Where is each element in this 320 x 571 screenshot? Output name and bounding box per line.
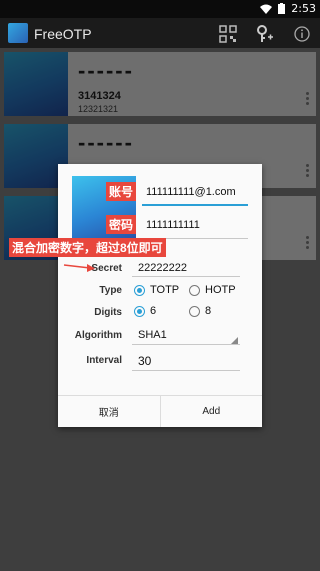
- app-title: FreeOTP: [34, 26, 92, 42]
- type-option-hotp[interactable]: HOTP: [205, 284, 236, 296]
- secret-underline: [132, 276, 240, 277]
- interval-input[interactable]: 30: [138, 354, 151, 368]
- info-icon[interactable]: [292, 24, 312, 44]
- issuer-input[interactable]: 111111111@1.com: [146, 186, 236, 198]
- type-radio-totp[interactable]: [134, 285, 145, 296]
- algorithm-label: Algorithm: [74, 330, 122, 341]
- add-token-dialog: 111111111@1.com 1111111111 Secret 222222…: [58, 164, 262, 427]
- status-icons: 2:53: [260, 2, 316, 15]
- annotation-arrow-icon: [63, 264, 95, 272]
- digits-option-6[interactable]: 6: [150, 305, 156, 317]
- battery-icon: [278, 3, 286, 14]
- annotation-secret-hint: 混合加密数字，超过8位即可: [9, 238, 166, 257]
- type-label: Type: [99, 285, 122, 296]
- status-time: 2:53: [291, 2, 316, 15]
- issuer-underline: [142, 204, 248, 206]
- action-bar: FreeOTP: [0, 18, 320, 48]
- app-logo-icon: [8, 23, 28, 43]
- status-bar: 2:53: [0, 0, 320, 18]
- add-key-icon[interactable]: [254, 24, 274, 44]
- secret-input[interactable]: 22222222: [138, 262, 187, 274]
- id-input[interactable]: 1111111111: [146, 219, 200, 231]
- type-radio-hotp[interactable]: [189, 285, 200, 296]
- digits-radio-8[interactable]: [189, 306, 200, 317]
- digits-option-8[interactable]: 8: [205, 305, 211, 317]
- algorithm-select[interactable]: SHA1: [138, 329, 167, 341]
- annotation-account: 账号: [106, 182, 137, 201]
- digits-label: Digits: [94, 307, 122, 318]
- digits-radio-6[interactable]: [134, 306, 145, 317]
- cancel-button[interactable]: 取消: [58, 396, 160, 427]
- wifi-icon: [260, 4, 273, 14]
- interval-underline: [132, 370, 240, 371]
- qr-scan-icon[interactable]: [218, 24, 238, 44]
- annotation-password: 密码: [106, 215, 137, 234]
- interval-label: Interval: [86, 355, 122, 366]
- dialog-buttons: 取消 Add: [58, 395, 262, 427]
- algorithm-underline: [132, 344, 240, 345]
- type-option-totp[interactable]: TOTP: [150, 284, 179, 296]
- add-button[interactable]: Add: [159, 396, 263, 427]
